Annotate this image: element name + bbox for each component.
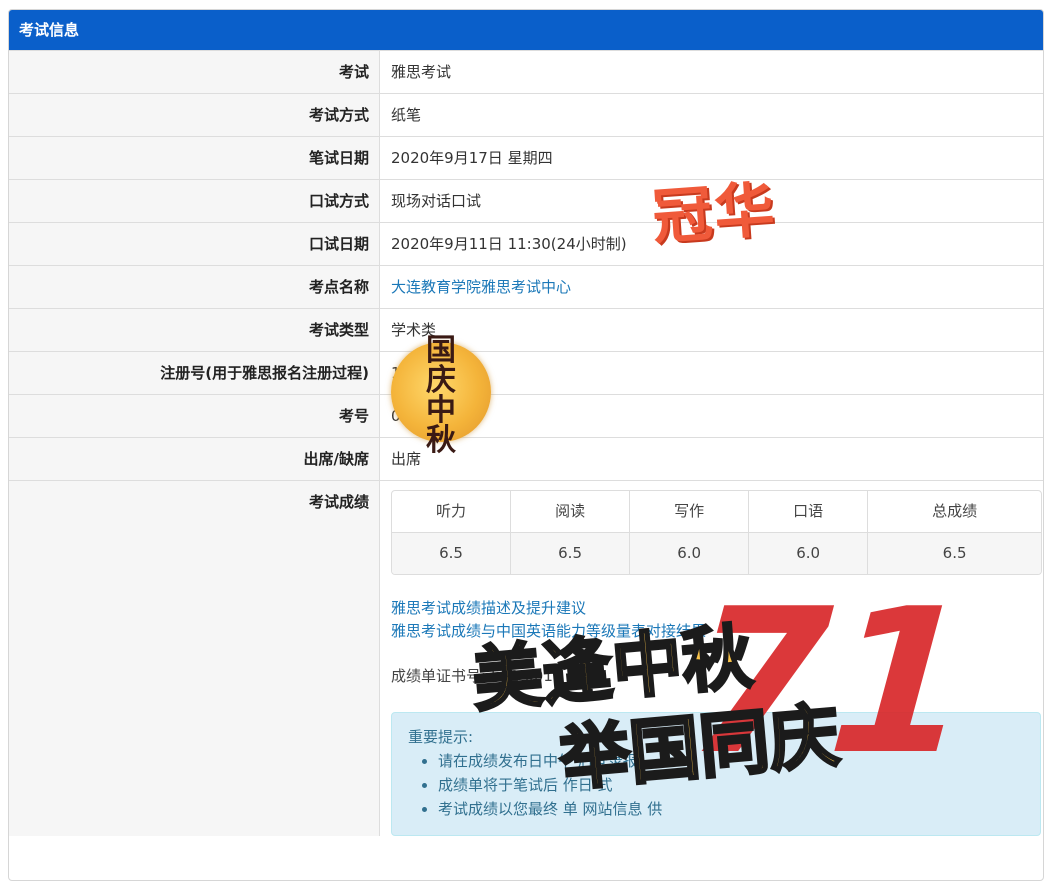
row-test-center: 考点名称 大连教育学院雅思考试中心 [9,265,1043,309]
row-written-date: 笔试日期 2020年9月17日 星期四 [9,136,1043,180]
score-table: 听力 阅读 写作 口语 总成绩 6.5 6.5 6.0 6.0 6.5 [391,490,1042,575]
score-header: 总成绩 [932,502,978,520]
row-exam-type: 考试类型 学术类 [9,308,1043,352]
festival-badge-text: 国庆中秋 [426,333,456,458]
row-attendance: 出席/缺席 出席 [9,437,1043,481]
panel-title: 考试信息 [9,10,1043,50]
score-header-row: 听力 阅读 写作 口语 总成绩 [392,491,1041,532]
score-value: 6.5 [392,532,512,574]
guanhua-stamp: 冠华 [650,174,779,254]
row-label: 考试类型 [9,308,380,352]
row-label: 考试成绩 [9,480,380,836]
score-value: 6.5 [511,532,631,574]
row-value: 雅思考试 [379,50,1043,94]
row-value: 纸笔 [379,93,1043,137]
row-label: 考号 [9,394,380,438]
row-registration-number: 注册号(用于雅思报名注册过程) 1 [9,351,1043,395]
row-label: 出席/缺席 [9,437,380,481]
row-label: 笔试日期 [9,136,380,180]
score-header: 写作 [630,491,750,532]
row-speaking-method: 口试方式 现场对话口试 [9,179,1043,223]
score-header: 口语 [749,491,869,532]
row-label: 考试方式 [9,93,380,137]
test-center-link[interactable]: 大连教育学院雅思考试中心 [391,278,571,296]
row-label: 口试日期 [9,222,380,266]
row-speaking-date: 口试日期 2020年9月11日 11:30(24小时制) [9,222,1043,266]
row-label: 注册号(用于雅思报名注册过程) [9,351,380,395]
row-label: 考点名称 [9,265,380,309]
row-exam: 考试 雅思考试 [9,50,1043,94]
row-label: 考试 [9,50,380,94]
festival-slogan: 美逢中秋 举国同庆 [468,607,844,810]
row-label: 口试方式 [9,179,380,223]
row-value: 出席 [379,437,1043,481]
row-candidate-number: 考号 0 [9,394,1043,438]
score-header: 听力 [392,491,512,532]
row-exam-method: 考试方式 纸笔 [9,93,1043,137]
row-value: 学术类 [379,308,1043,352]
score-header: 阅读 [511,491,631,532]
